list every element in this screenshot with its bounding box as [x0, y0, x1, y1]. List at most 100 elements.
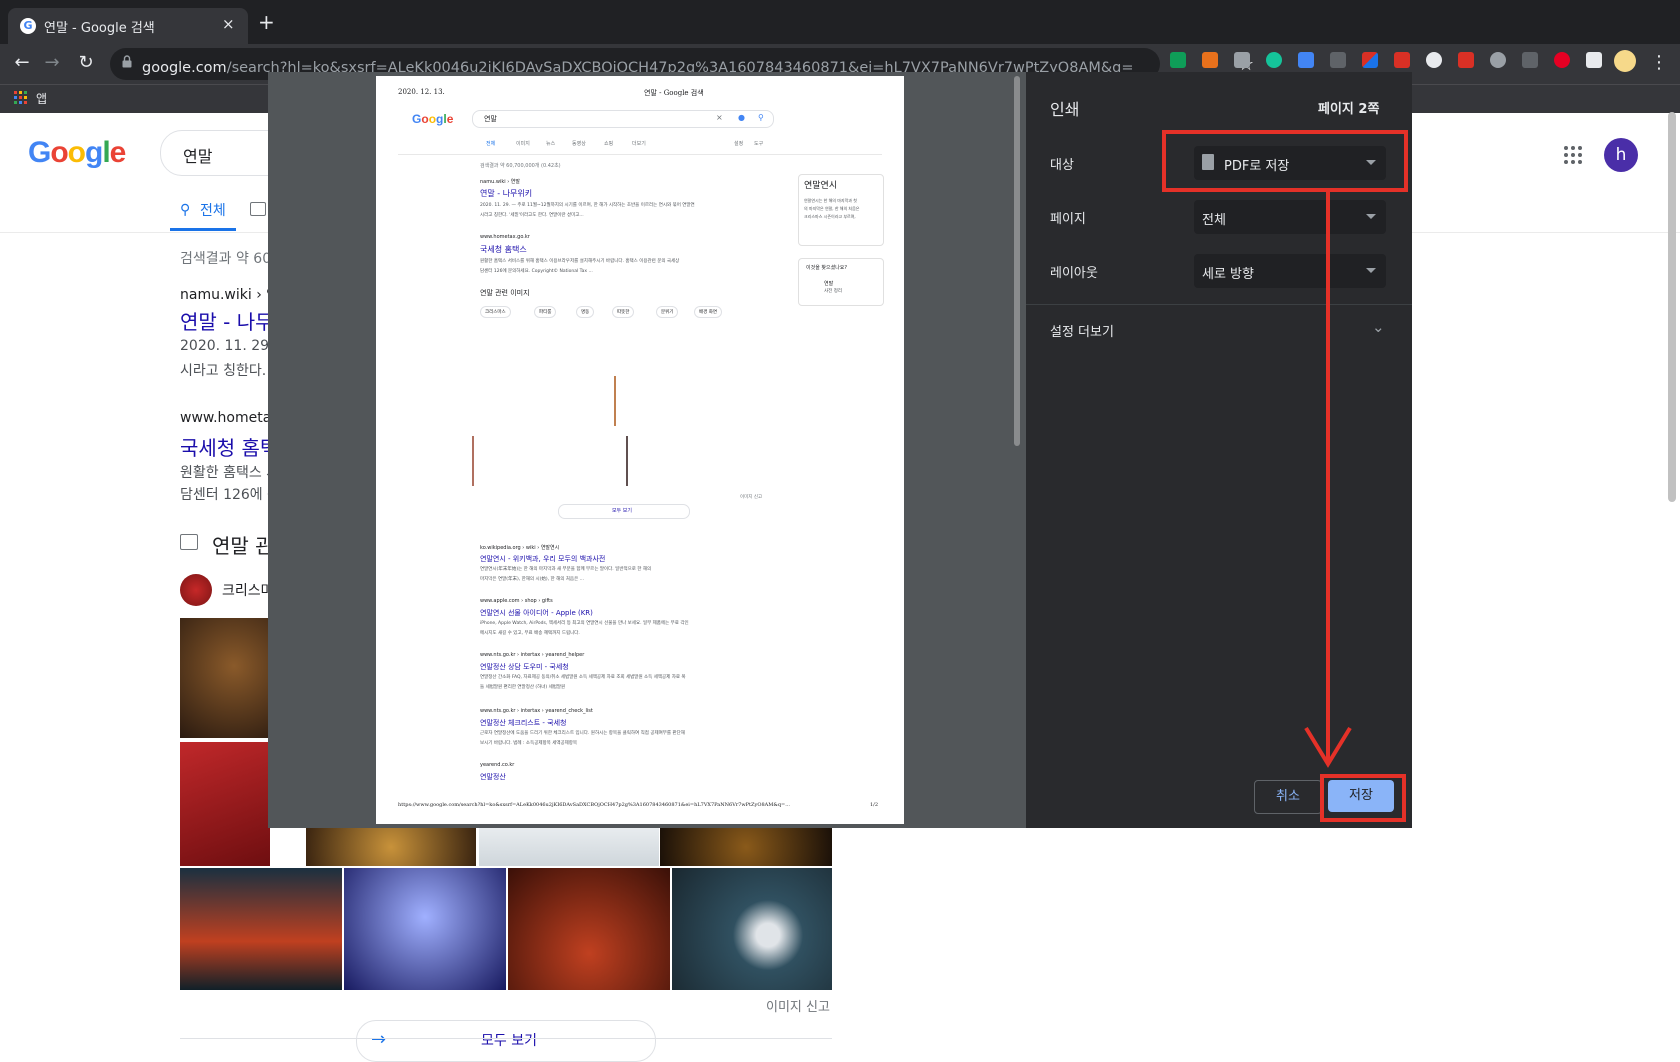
preview-kp-also-item: 연말	[824, 281, 834, 287]
preview-kp-title: 연말연시	[804, 181, 838, 191]
preview-see-all: 모두 보기	[612, 508, 632, 514]
image-report-link[interactable]: 이미지 신고	[766, 996, 830, 1015]
dropdown-caret-icon	[1366, 214, 1376, 219]
cancel-button[interactable]: 취소	[1254, 780, 1322, 814]
preview-snippet: 시라고 칭한다. '세밑'이라고도 한다. 연말이란 섣미고...	[480, 213, 584, 218]
preview-snippet: 원활한 홈택스 서비스를 위해 홈택스 이용브라우저를 설치해주시기 바랍니다.…	[480, 259, 680, 264]
image-thumbnail[interactable]	[660, 828, 832, 866]
tb-icon[interactable]	[1458, 52, 1474, 68]
pinterest-icon[interactable]	[1554, 52, 1570, 68]
preview-snippet: iPhone, Apple Watch, AirPods, 액세서리 등 최고의…	[480, 621, 689, 626]
google-logo[interactable]: Google	[28, 136, 126, 170]
preview-kp-also-item: 사전 정리	[824, 289, 842, 294]
pen-icon[interactable]	[1362, 52, 1378, 68]
ex-icon[interactable]	[1202, 52, 1218, 68]
preview-kp-text: 크리스마스 시즌이라고 부르며,	[804, 214, 856, 219]
cloud-icon[interactable]	[1490, 52, 1506, 68]
search-query-text: 연말	[183, 147, 213, 166]
preview-tab: 전체	[486, 141, 496, 147]
text-icon[interactable]	[1234, 52, 1250, 68]
image-chip-thumbnail[interactable]	[180, 574, 212, 606]
preview-footer-url: https://www.google.com/search?hl=ko&sxsr…	[398, 802, 790, 808]
google-apps-icon[interactable]	[1564, 146, 1582, 164]
account-avatar[interactable]: h	[1604, 138, 1638, 172]
code-icon[interactable]	[1330, 52, 1346, 68]
translate-icon[interactable]	[1298, 52, 1314, 68]
result-title[interactable]: 국세청 홈택	[180, 432, 278, 461]
preview-chip: 크리스마스	[480, 306, 511, 318]
preview-snippet: 2020. 11. 29. — 주로 11월~12월까지의 시기를 이르며, 한…	[480, 203, 695, 208]
reload-icon[interactable]: ↻	[74, 52, 98, 73]
grammarly-icon[interactable]	[1266, 52, 1282, 68]
page-scrollbar[interactable]	[1668, 112, 1676, 502]
image-thumbnail[interactable]	[479, 828, 659, 866]
sheets-icon[interactable]	[1170, 52, 1186, 68]
pages-value: 전체	[1202, 213, 1226, 228]
images-section-title: 연말 관	[212, 534, 274, 558]
preview-chip: 분위기	[656, 306, 679, 318]
result-title[interactable]: 연말 - 나무	[180, 306, 274, 335]
page-count: 페이지 2쪽	[1318, 102, 1380, 117]
image-chip-label[interactable]: 크리스마	[222, 580, 274, 600]
image-thumbnail[interactable]	[508, 868, 670, 990]
image-thumbnail[interactable]	[672, 868, 832, 990]
see-all-button[interactable]: → 모두 보기	[356, 1020, 656, 1062]
preview-cite: www.hometax.go.kr	[480, 234, 530, 240]
preview-cite: yearend.co.kr	[480, 762, 515, 768]
acrobat-icon[interactable]	[1426, 52, 1442, 68]
preview-images-report: 이미지 신고	[740, 495, 763, 500]
preview-divider	[398, 154, 882, 155]
arrow-right-icon: →	[371, 1029, 387, 1050]
pages-label: 페이지	[1050, 212, 1086, 227]
image-section-icon	[180, 534, 198, 550]
puzzle-icon[interactable]	[1586, 52, 1602, 68]
preview-stats: 검색결과 약 60,700,000개 (0.42초)	[480, 163, 561, 169]
preview-date: 2020. 12. 13.	[398, 88, 445, 96]
profile-avatar[interactable]	[1614, 50, 1636, 72]
image-thumbnail[interactable]	[180, 742, 270, 866]
preview-tab: 이미지	[516, 141, 530, 147]
preview-chip: 배경 화면	[694, 306, 722, 318]
image-thumbnail[interactable]	[180, 868, 342, 990]
image-tab-icon[interactable]	[250, 202, 266, 216]
preview-chip: 따뜻한	[612, 306, 635, 318]
preview-image-fragment	[626, 436, 628, 486]
image-thumbnail[interactable]	[180, 618, 270, 738]
notion-icon[interactable]	[1522, 52, 1538, 68]
back-icon[interactable]: ←	[10, 52, 34, 73]
layout-label: 레이아웃	[1050, 266, 1098, 281]
preview-cite: www.nts.go.kr › intertax › yearend_helpe…	[480, 652, 585, 658]
preview-tab: 뉴스	[546, 141, 556, 147]
pages-select[interactable]: 전체	[1194, 200, 1386, 234]
apps-bookmark-label[interactable]: 앱	[36, 90, 47, 107]
preview-snippet: 연말정산 간소화 FAQ, 자료제공 동의/취소 세법말원 소득 세액공제 자료…	[480, 675, 686, 680]
layout-select[interactable]: 세로 방향	[1194, 254, 1386, 288]
tab-all[interactable]: 전체	[200, 200, 226, 220]
apps-grid-icon[interactable]	[14, 91, 28, 105]
forward-icon[interactable]: →	[40, 52, 64, 73]
preview-snippet: 들 세법말원 편리한 연말정산 (하녀) 세법말원	[480, 685, 566, 690]
chrome-cleaner-icon[interactable]	[1394, 52, 1410, 68]
browser-tab[interactable]: G 연말 - Google 검색 ×	[8, 8, 248, 44]
image-thumbnail[interactable]	[306, 828, 476, 866]
chevron-down-icon[interactable]: ⌄	[1372, 318, 1385, 336]
layout-value: 세로 방향	[1202, 267, 1254, 282]
preview-header-title: 연말 - Google 검색	[644, 89, 704, 97]
image-thumbnail[interactable]	[344, 868, 506, 990]
lock-icon[interactable]	[122, 55, 132, 72]
tab-title: 연말 - Google 검색	[44, 21, 155, 36]
divider	[180, 1038, 832, 1039]
preview-result-title: 연말정산 체크리스트 - 국세청	[480, 719, 567, 727]
preview-kp-also: 이것을 찾으셨나요?	[806, 265, 848, 271]
preview-result-title: 연말연시 - 위키백과, 우리 모두의 백과사전	[480, 555, 606, 563]
preview-scrollbar[interactable]	[1014, 76, 1020, 446]
more-settings-toggle[interactable]: 설정 더보기	[1050, 321, 1114, 340]
new-tab-icon[interactable]: +	[258, 12, 275, 32]
preview-snippet: 근로자 연말정산에 도움을 드리기 위한 체크리스트 입니다. 원하시는 항목을…	[480, 731, 685, 736]
browser-menu-icon[interactable]: ⋮	[1650, 52, 1668, 73]
google-favicon-icon: G	[20, 18, 36, 34]
preview-search-box	[472, 110, 774, 128]
print-preview-page: 2020. 12. 13. 연말 - Google 검색 Google 연말 ×…	[376, 76, 904, 824]
close-tab-icon[interactable]: ×	[222, 15, 235, 33]
preview-tool: 도구	[754, 141, 764, 147]
